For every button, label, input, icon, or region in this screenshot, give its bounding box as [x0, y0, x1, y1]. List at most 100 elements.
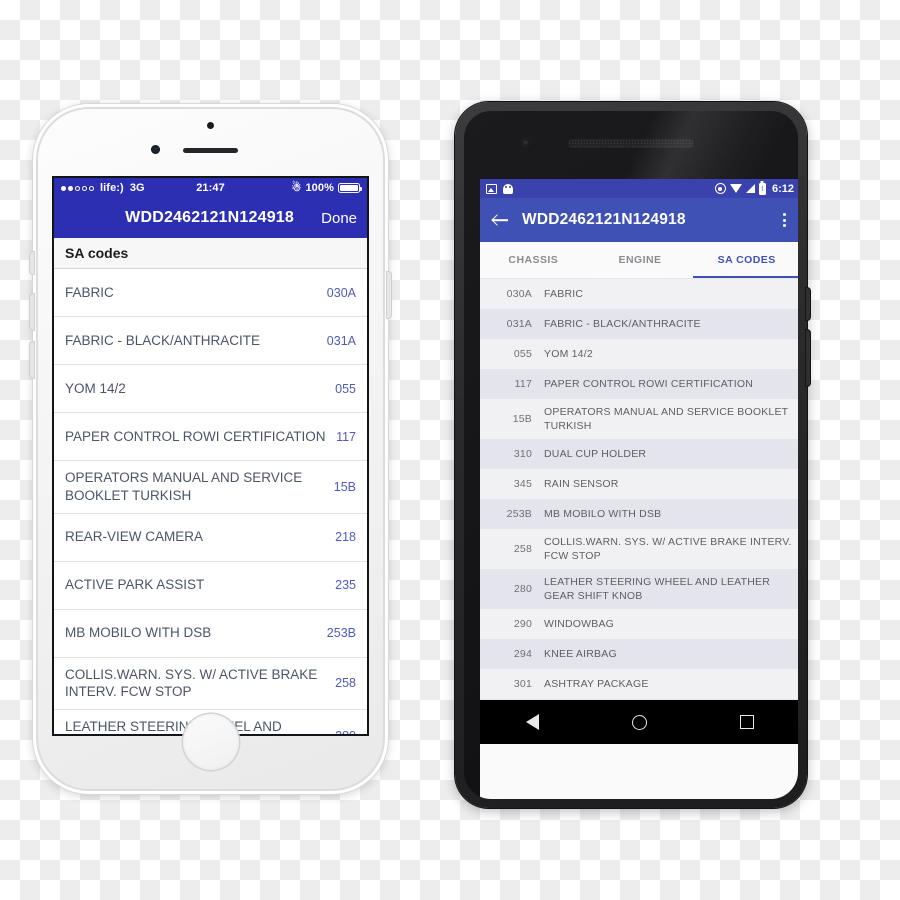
tab-bar: CHASSIS ENGINE SA CODES — [480, 242, 798, 279]
row-code: 345 — [513, 478, 532, 491]
nav-back-icon[interactable] — [526, 714, 540, 730]
list-item[interactable]: YOM 14/2 055 — [54, 365, 367, 413]
android-status-bar: 6:12 — [480, 179, 798, 198]
row-label: COLLIS.WARN. SYS. W/ ACTIVE BRAKE INTERV… — [544, 536, 792, 563]
android-nav-bar — [480, 700, 798, 744]
iphone-screen: life:) 3G 21:47 ☃ 100% WDD2462121N124918… — [54, 178, 367, 734]
cell-signal-icon — [61, 185, 94, 191]
list-item-label: ACTIVE PARK ASSIST — [65, 577, 205, 593]
row-code: 290 — [513, 618, 532, 631]
list-item-label: PAPER CONTROL ROWI CERTIFICATION — [65, 428, 326, 444]
table-row[interactable]: 031A FABRIC - BLACK/ANTHRACITE — [480, 309, 798, 339]
row-label: YOM 14/2 — [544, 347, 593, 360]
row-label: RAIN SENSOR — [544, 478, 619, 491]
battery-icon — [338, 183, 363, 193]
row-code: 030A — [506, 288, 532, 300]
wifi-icon — [729, 184, 742, 193]
table-row[interactable]: 055 YOM 14/2 — [480, 339, 798, 369]
tab-sa-codes[interactable]: SA CODES — [693, 242, 798, 278]
done-button[interactable]: Done — [321, 210, 357, 227]
android-app-bar: WDD2462121N124918 — [480, 198, 798, 242]
android-update-icon — [503, 183, 513, 194]
row-label: OPERATORS MANUAL AND SERVICE BOOKLET TUR… — [544, 406, 789, 433]
list-item-label: FABRIC — [65, 284, 114, 300]
home-button[interactable] — [182, 714, 239, 770]
tab-engine[interactable]: ENGINE — [587, 242, 694, 278]
list-item-label: OPERATORS MANUAL AND SERVICE BOOKLET TUR… — [65, 470, 303, 503]
android-volume-button[interactable] — [806, 330, 810, 386]
table-row[interactable]: 258 COLLIS.WARN. SYS. W/ ACTIVE BRAKE IN… — [480, 529, 798, 570]
page-title: WDD2462121N124918 — [522, 211, 686, 228]
row-code: 15B — [512, 413, 532, 426]
row-label: LEATHER STEERING WHEEL AND LEATHER GEAR … — [544, 576, 770, 603]
network-type-label: 3G — [129, 182, 145, 194]
list-item-label: YOM 14/2 — [65, 380, 126, 396]
page-title: WDD2462121N124918 — [125, 209, 294, 226]
front-camera-icon — [521, 138, 530, 147]
table-row[interactable]: 345 RAIN SENSOR — [480, 469, 798, 500]
image-icon — [486, 183, 497, 194]
iphone-mute-switch[interactable] — [30, 252, 34, 274]
list-item[interactable]: FABRIC - BLACK/ANTHRACITE 031A — [54, 317, 367, 365]
list-item-label: MB MOBILO WITH DSB — [65, 625, 212, 641]
nav-recents-icon[interactable] — [739, 715, 754, 729]
battery-charging-icon — [758, 182, 766, 195]
back-arrow-icon[interactable] — [491, 211, 509, 229]
row-code: 280 — [513, 583, 532, 596]
row-label: ASHTRAY PACKAGE — [544, 678, 649, 691]
list-item-label: REAR-VIEW CAMERA — [65, 529, 204, 545]
list-item-code: 030A — [326, 285, 356, 300]
list-item-code: 15B — [333, 479, 356, 494]
section-header: SA codes — [54, 238, 367, 269]
list-item[interactable]: REAR-VIEW CAMERA 218 — [54, 514, 367, 562]
front-camera-icon — [151, 145, 160, 154]
list-item[interactable]: MB MOBILO WITH DSB 253B — [54, 610, 367, 658]
gps-icon — [714, 183, 726, 194]
android-sa-codes-list[interactable]: 030A FABRIC 031A FABRIC - BLACK/ANTHRACI… — [480, 279, 798, 700]
row-label: MB MOBILO WITH DSB — [544, 508, 662, 521]
list-item-code: 031A — [326, 333, 356, 348]
table-row[interactable]: 290 WINDOWBAG — [480, 609, 798, 640]
earpiece-speaker — [568, 139, 694, 148]
table-row[interactable]: 15B OPERATORS MANUAL AND SERVICE BOOKLET… — [480, 399, 798, 440]
android-glass-panel: 6:12 WDD2462121N124918 CHASSIS ENGINE SA… — [464, 111, 798, 799]
list-item[interactable]: COLLIS.WARN. SYS. W/ ACTIVE BRAKE INTERV… — [54, 658, 367, 711]
list-item[interactable]: OPERATORS MANUAL AND SERVICE BOOKLET TUR… — [54, 461, 367, 514]
list-item-code: 117 — [336, 429, 356, 444]
list-item-code: 218 — [335, 530, 356, 545]
list-item[interactable]: FABRIC 030A — [54, 269, 367, 317]
iphone-volume-down-button[interactable] — [30, 342, 34, 378]
proximity-sensor-icon — [207, 122, 214, 129]
table-row[interactable]: 253B MB MOBILO WITH DSB — [480, 499, 798, 530]
iphone-power-button[interactable] — [387, 272, 391, 318]
row-code: 301 — [513, 678, 532, 691]
row-code: 031A — [506, 318, 532, 330]
table-row[interactable]: 030A FABRIC — [480, 279, 798, 309]
table-row[interactable]: 294 KNEE AIRBAG — [480, 639, 798, 670]
list-item-label: COLLIS.WARN. SYS. W/ ACTIVE BRAKE INTERV… — [65, 666, 318, 700]
table-row[interactable]: 301 ASHTRAY PACKAGE — [480, 669, 798, 700]
table-row[interactable]: 280 LEATHER STEERING WHEEL AND LEATHER G… — [480, 569, 798, 610]
list-item[interactable]: ACTIVE PARK ASSIST 235 — [54, 562, 367, 610]
nav-home-icon[interactable] — [631, 714, 647, 730]
row-label: KNEE AIRBAG — [544, 648, 617, 661]
list-item-label: FABRIC - BLACK/ANTHRACITE — [65, 332, 261, 348]
list-item[interactable]: PAPER CONTROL ROWI CERTIFICATION 117 — [54, 413, 367, 461]
battery-percent-label: 100% — [305, 182, 335, 194]
iphone-device: life:) 3G 21:47 ☃ 100% WDD2462121N124918… — [30, 104, 391, 794]
android-power-button[interactable] — [806, 288, 810, 320]
tab-chassis[interactable]: CHASSIS — [480, 242, 587, 278]
screenshot-stage: life:) 3G 21:47 ☃ 100% WDD2462121N124918… — [0, 0, 900, 900]
row-label: DUAL CUP HOLDER — [544, 448, 647, 461]
overflow-menu-icon[interactable] — [780, 211, 789, 229]
table-row[interactable]: 117 PAPER CONTROL ROWI CERTIFICATION — [480, 369, 798, 399]
row-code: 253B — [506, 508, 532, 521]
list-item-code: 055 — [335, 381, 356, 396]
list-item-code: 258 — [335, 676, 356, 691]
row-label: FABRIC - BLACK/ANTHRACITE — [544, 317, 701, 330]
bluetooth-icon: ☃ — [291, 181, 302, 194]
earpiece-speaker — [183, 148, 238, 153]
table-row[interactable]: 310 DUAL CUP HOLDER — [480, 439, 798, 470]
iphone-volume-up-button[interactable] — [30, 294, 34, 330]
ios-sa-codes-list[interactable]: FABRIC 030A FABRIC - BLACK/ANTHRACITE 03… — [54, 269, 367, 734]
